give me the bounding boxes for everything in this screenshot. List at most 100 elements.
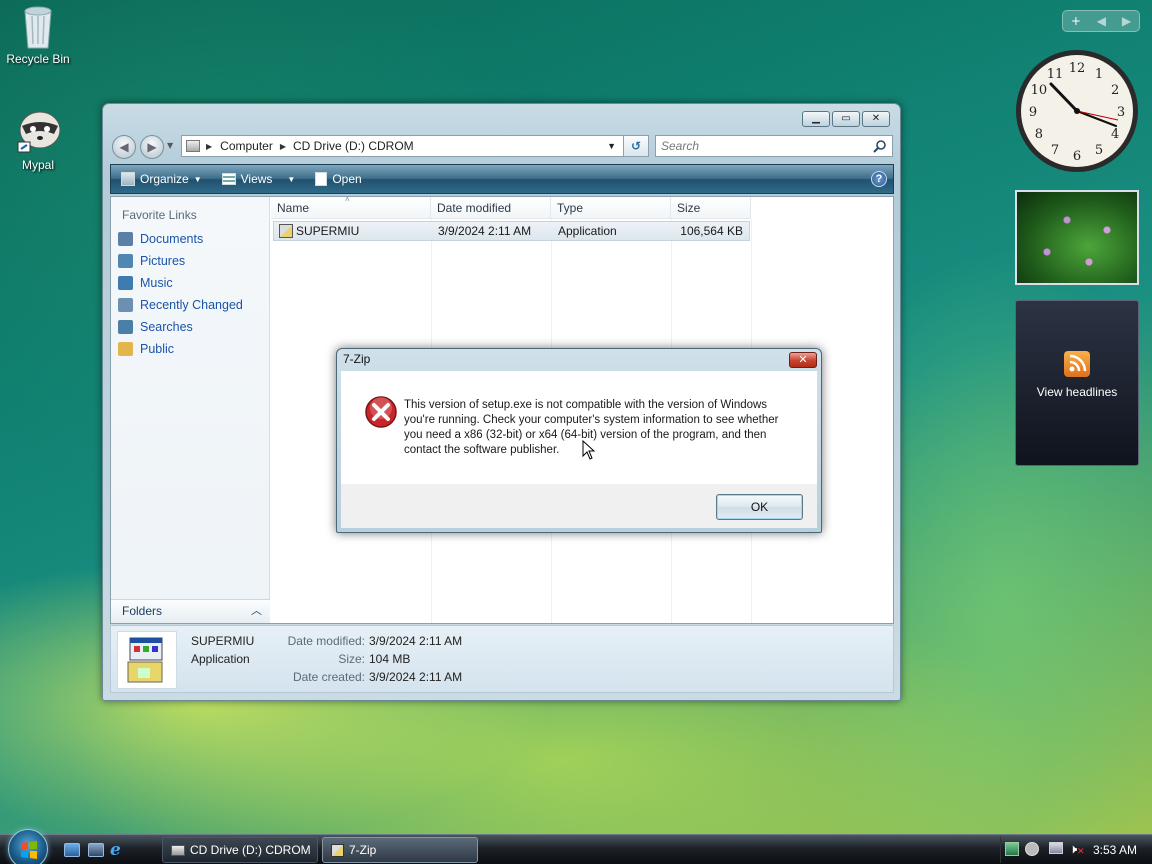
- show-desktop-icon[interactable]: [64, 843, 80, 857]
- details-name: SUPERMIU: [191, 634, 255, 648]
- search-icon[interactable]: [873, 139, 887, 156]
- start-button[interactable]: [8, 829, 48, 864]
- clock-numeral: 5: [1095, 143, 1103, 158]
- sidebar-item-pictures[interactable]: Pictures: [118, 254, 185, 268]
- clock-numeral: 1: [1095, 67, 1103, 82]
- taskbar-button-explorer[interactable]: CD Drive (D:) CDROM: [162, 837, 318, 863]
- sidebar-item-searches[interactable]: Searches: [118, 320, 193, 334]
- dialog-title: 7-Zip: [343, 352, 371, 366]
- previous-icon[interactable]: ◀: [1097, 14, 1106, 28]
- clock-numeral: 9: [1029, 105, 1037, 120]
- size-label: Size:: [338, 652, 365, 666]
- clock-gadget[interactable]: 12 1 2 3 4 5 6 7 8 9 10 11: [1014, 48, 1140, 174]
- next-icon[interactable]: ▶: [1122, 14, 1131, 28]
- date-created-label: Date created:: [292, 670, 365, 684]
- folders-toggle[interactable]: Folders ︿: [111, 599, 270, 623]
- slideshow-gadget[interactable]: [1015, 190, 1139, 285]
- clock-numeral: 8: [1035, 127, 1043, 142]
- details-pane: SUPERMIU Application Date modified: 3/9/…: [110, 625, 894, 693]
- application-icon: [331, 843, 344, 857]
- forward-button[interactable]: ▶: [140, 135, 164, 159]
- file-date: 3/9/2024 2:11 AM: [438, 224, 532, 238]
- table-row[interactable]: SUPERMIU 3/9/2024 2:11 AM Application 10…: [273, 221, 750, 241]
- sidebar-item-public[interactable]: Public: [118, 342, 174, 356]
- switch-windows-icon[interactable]: [88, 843, 104, 857]
- security-alert-icon[interactable]: [1025, 842, 1039, 856]
- recycle-bin-label: Recycle Bin: [6, 52, 70, 66]
- recently-changed-icon: [118, 298, 133, 312]
- breadcrumb-computer[interactable]: Computer: [220, 139, 273, 153]
- pictures-icon: [118, 254, 133, 268]
- open-button[interactable]: Open: [305, 165, 371, 193]
- sidebar-item-documents[interactable]: Documents: [118, 232, 203, 246]
- documents-icon: [118, 232, 133, 246]
- dialog-close-button[interactable]: ✕: [789, 352, 817, 368]
- taskbar-button-label: CD Drive (D:) CDROM: [190, 843, 311, 857]
- folders-label: Folders: [122, 604, 163, 618]
- size-value: 104 MB: [369, 652, 411, 666]
- clock-numeral: 3: [1117, 105, 1125, 120]
- chevron-down-icon: ▼: [287, 174, 296, 184]
- minimize-button[interactable]: ▁: [802, 111, 830, 127]
- sidebar-item-label: Recently Changed: [140, 298, 243, 312]
- searches-icon: [118, 320, 133, 334]
- back-button[interactable]: ◀: [112, 135, 136, 159]
- clock-numeral: 7: [1051, 143, 1059, 158]
- add-gadget-icon[interactable]: +: [1071, 14, 1081, 28]
- clock-numeral: 6: [1073, 149, 1081, 164]
- history-dropdown-icon[interactable]: ▼: [167, 141, 173, 150]
- taskbar-button-7zip[interactable]: 7-Zip: [322, 837, 478, 863]
- volume-muted-icon[interactable]: 🕨 ✕: [1069, 841, 1085, 857]
- address-dropdown-icon[interactable]: ▼: [607, 141, 616, 151]
- mypal-desktop-icon[interactable]: Mypal: [0, 108, 76, 172]
- column-header-name[interactable]: Name ˄: [271, 195, 431, 219]
- sidebar-item-label: Pictures: [140, 254, 186, 268]
- rss-icon: [1064, 351, 1090, 377]
- refresh-button[interactable]: ↺: [623, 135, 649, 157]
- mouse-cursor-icon: [582, 439, 596, 463]
- maximize-button[interactable]: ▭: [832, 111, 860, 127]
- dialog-body: This version of setup.exe is not compati…: [341, 371, 817, 484]
- mypal-label: Mypal: [21, 158, 54, 172]
- organize-icon: [121, 172, 135, 186]
- close-button[interactable]: ✕: [862, 111, 890, 127]
- organize-button[interactable]: Organize ▼: [111, 165, 212, 193]
- error-dialog: 7-Zip ✕ This version of setup.exe is not…: [336, 348, 822, 533]
- file-name: SUPERMIU: [296, 224, 360, 238]
- command-bar: Organize ▼ Views ▼ Open ?: [110, 164, 894, 194]
- search-input[interactable]: Search: [655, 135, 893, 157]
- file-type: Application: [558, 224, 617, 238]
- update-icon[interactable]: [1005, 842, 1019, 856]
- favorite-links-heading: Favorite Links: [122, 208, 197, 222]
- views-button[interactable]: Views ▼: [212, 165, 306, 193]
- help-icon[interactable]: ?: [871, 171, 887, 187]
- sidebar-item-recently-changed[interactable]: Recently Changed: [118, 298, 243, 312]
- application-icon: [279, 224, 293, 238]
- ok-button[interactable]: OK: [716, 494, 803, 520]
- sidebar-item-label: Documents: [140, 232, 204, 246]
- view-headlines-label: View headlines: [1036, 385, 1118, 399]
- internet-explorer-icon[interactable]: e: [110, 840, 121, 860]
- network-icon[interactable]: [1049, 842, 1063, 854]
- search-placeholder: Search: [661, 139, 700, 153]
- feed-headlines-gadget[interactable]: View headlines: [1015, 300, 1139, 466]
- column-header-type[interactable]: Type: [551, 197, 671, 219]
- public-folder-icon: [118, 342, 133, 356]
- recycle-bin-desktop-icon[interactable]: Recycle Bin: [0, 2, 76, 66]
- address-bar[interactable]: ▶ Computer ▶ CD Drive (D:) CDROM ▼: [181, 135, 649, 157]
- dialog-message: This version of setup.exe is not compati…: [404, 399, 779, 456]
- clock-numeral: 10: [1031, 83, 1048, 98]
- music-icon: [118, 276, 133, 290]
- sidebar-item-music[interactable]: Music: [118, 276, 173, 290]
- clock-time[interactable]: 3:53 AM: [1093, 843, 1137, 857]
- column-header-date-modified[interactable]: Date modified: [431, 197, 551, 219]
- open-label: Open: [332, 172, 362, 186]
- details-type: Application: [191, 652, 250, 666]
- drive-icon: [186, 140, 200, 152]
- column-header-size[interactable]: Size: [671, 197, 751, 219]
- taskbar: e CD Drive (D:) CDROM 7-Zip 🕨 ✕ 3:53 AM: [0, 829, 1152, 864]
- views-label: Views: [240, 172, 273, 186]
- file-size: 106,564 KB: [680, 224, 743, 238]
- organize-label: Organize: [140, 172, 189, 186]
- breadcrumb-cd-drive[interactable]: CD Drive (D:) CDROM: [293, 139, 414, 153]
